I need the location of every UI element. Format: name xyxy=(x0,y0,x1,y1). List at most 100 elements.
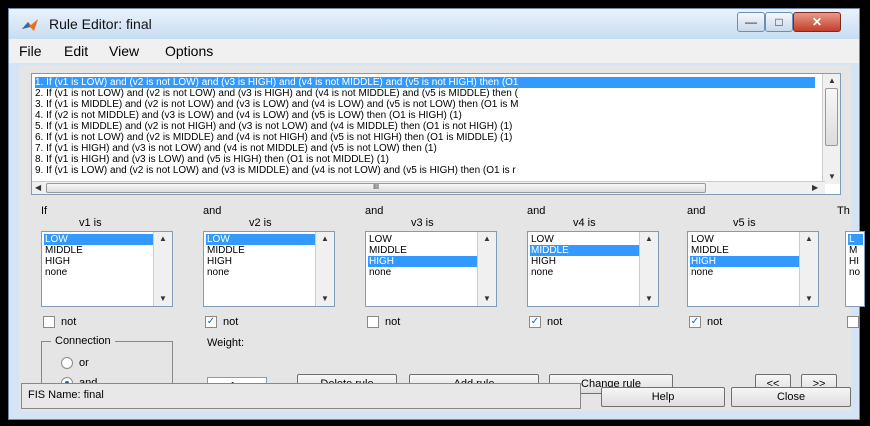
maximize-button[interactable]: □ xyxy=(765,12,793,32)
scroll-down-icon[interactable]: ▼ xyxy=(483,294,491,303)
menu-file[interactable]: File xyxy=(19,43,42,59)
rule-item-9[interactable]: 9. If (v1 is LOW) and (v2 is not LOW) an… xyxy=(35,165,516,176)
close-button[interactable]: Close xyxy=(731,387,851,407)
list-option[interactable]: MIDDLE xyxy=(690,245,799,256)
list-option[interactable]: M xyxy=(848,245,863,256)
scroll-up-icon[interactable]: ▲ xyxy=(805,234,813,243)
list-option[interactable]: LOW xyxy=(690,234,799,245)
v4-not-checkbox[interactable]: ✓ xyxy=(529,316,541,328)
rule-item-7[interactable]: 7. If (v1 is HIGH) and (v3 is not LOW) a… xyxy=(35,143,437,154)
scroll-down-icon[interactable]: ▼ xyxy=(159,294,167,303)
menu-options[interactable]: Options xyxy=(165,43,213,59)
v3-listbox[interactable]: LOW MIDDLE HIGH none ▲ ▼ xyxy=(365,231,497,307)
scroll-down-icon[interactable]: ▼ xyxy=(321,294,329,303)
variable-label: v4 is xyxy=(573,217,596,229)
list-option[interactable]: none xyxy=(368,267,477,278)
v3-not-checkbox[interactable] xyxy=(367,316,379,328)
or-radio[interactable] xyxy=(61,357,73,369)
close-window-button[interactable]: ✕ xyxy=(793,12,841,32)
v2-listbox[interactable]: LOW MIDDLE HIGH none ▲ ▼ xyxy=(203,231,335,307)
rule-item-1[interactable]: 1. If (v1 is LOW) and (v2 is not LOW) an… xyxy=(35,77,815,88)
list-option[interactable]: HIGH xyxy=(206,256,315,267)
variable-label: v2 is xyxy=(249,217,272,229)
or-label: or xyxy=(79,357,89,369)
scroll-down-icon[interactable]: ▼ xyxy=(828,172,836,181)
close-icon: ✕ xyxy=(811,15,823,29)
listbox-scrollbar[interactable]: ▲ ▼ xyxy=(315,232,334,306)
output-not-checkbox[interactable] xyxy=(847,316,859,328)
scroll-left-icon[interactable]: ◀ xyxy=(35,183,41,192)
rule-editor-window: Rule Editor: final — □ ✕ File Edit View … xyxy=(8,8,865,420)
menu-view[interactable]: View xyxy=(109,43,139,59)
maximize-icon: □ xyxy=(775,15,783,29)
listbox-scrollbar[interactable]: ▲ ▼ xyxy=(153,232,172,306)
listbox-scrollbar[interactable]: ▲ ▼ xyxy=(639,232,658,306)
rule-item-4[interactable]: 4. If (v2 is not MIDDLE) and (v3 is LOW)… xyxy=(35,110,462,121)
list-option[interactable]: MIDDLE xyxy=(44,245,153,256)
scroll-down-icon[interactable]: ▼ xyxy=(645,294,653,303)
variable-label: v1 is xyxy=(79,217,102,229)
v1-listbox[interactable]: LOW MIDDLE HIGH none ▲ ▼ xyxy=(41,231,173,307)
list-option[interactable]: LOW xyxy=(44,234,153,245)
v5-not-checkbox[interactable]: ✓ xyxy=(689,316,701,328)
scroll-up-icon[interactable]: ▲ xyxy=(645,234,653,243)
rule-item-6[interactable]: 6. If (v1 is not LOW) and (v2 is MIDDLE)… xyxy=(35,132,512,143)
rule-item-3[interactable]: 3. If (v1 is MIDDLE) and (v2 is not LOW)… xyxy=(35,99,518,110)
list-option[interactable]: L xyxy=(848,234,863,245)
matlab-logo-icon xyxy=(22,19,38,31)
scroll-up-icon[interactable]: ▲ xyxy=(828,76,836,85)
rule-list-vertical-scrollbar[interactable]: ▲ ▼ xyxy=(822,74,840,184)
scroll-right-icon[interactable]: ▶ xyxy=(812,183,818,192)
list-option[interactable]: HI xyxy=(848,256,863,267)
help-button[interactable]: Help xyxy=(601,387,725,407)
list-option[interactable]: LOW xyxy=(530,234,639,245)
not-label: not xyxy=(707,316,723,328)
v2-not-checkbox[interactable]: ✓ xyxy=(205,316,217,328)
list-option[interactable]: LOW xyxy=(206,234,315,245)
menu-edit[interactable]: Edit xyxy=(64,43,88,59)
scroll-down-icon[interactable]: ▼ xyxy=(805,294,813,303)
scroll-up-icon[interactable]: ▲ xyxy=(321,234,329,243)
output-listbox[interactable]: L M HI no xyxy=(845,231,865,307)
list-option[interactable]: no xyxy=(848,267,863,278)
list-option[interactable]: none xyxy=(530,267,639,278)
conjunction-label: and xyxy=(687,205,706,217)
listbox-scrollbar[interactable]: ▲ ▼ xyxy=(477,232,496,306)
rule-item-5[interactable]: 5. If (v1 is MIDDLE) and (v2 is not HIGH… xyxy=(35,121,512,132)
list-option[interactable]: none xyxy=(44,267,153,278)
rule-item-2[interactable]: 2. If (v1 is not LOW) and (v2 is not LOW… xyxy=(35,88,518,99)
conjunction-label: If xyxy=(41,205,48,217)
horizontal-scroll-thumb[interactable]: III xyxy=(46,183,706,193)
list-option[interactable]: LOW xyxy=(368,234,477,245)
list-option[interactable]: none xyxy=(690,267,799,278)
minimize-button[interactable]: — xyxy=(737,12,765,32)
v4-listbox[interactable]: LOW MIDDLE HIGH none ▲ ▼ xyxy=(527,231,659,307)
v1-not-checkbox[interactable] xyxy=(43,316,55,328)
list-option[interactable]: MIDDLE xyxy=(530,245,639,256)
list-option[interactable]: HIGH xyxy=(44,256,153,267)
fis-name-text: FIS Name: final xyxy=(28,389,104,401)
list-option[interactable]: HIGH xyxy=(530,256,639,267)
scroll-up-icon[interactable]: ▲ xyxy=(483,234,491,243)
rule-list[interactable]: 1. If (v1 is LOW) and (v2 is not LOW) an… xyxy=(31,73,841,195)
conjunction-label: and xyxy=(365,205,384,217)
list-option[interactable]: none xyxy=(206,267,315,278)
list-option[interactable]: HIGH xyxy=(690,256,799,267)
minimize-icon: — xyxy=(745,15,757,29)
v5-listbox[interactable]: LOW MIDDLE HIGH none ▲ ▼ xyxy=(687,231,819,307)
listbox-scrollbar[interactable]: ▲ ▼ xyxy=(799,232,818,306)
checkmark-icon: ✓ xyxy=(690,316,700,327)
list-option[interactable]: MIDDLE xyxy=(206,245,315,256)
weight-label: Weight: xyxy=(207,337,245,349)
vertical-scroll-thumb[interactable] xyxy=(825,88,838,146)
list-option[interactable]: HIGH xyxy=(368,256,477,267)
rule-list-horizontal-scrollbar[interactable]: ◀ III ▶ xyxy=(32,181,825,194)
list-option[interactable]: MIDDLE xyxy=(368,245,477,256)
menu-bar: File Edit View Options xyxy=(9,39,859,63)
rule-item-8[interactable]: 8. If (v1 is HIGH) and (v3 is LOW) and (… xyxy=(35,154,389,165)
not-label: not xyxy=(61,316,77,328)
checkmark-icon: ✓ xyxy=(206,316,216,327)
variable-label: v5 is xyxy=(733,217,756,229)
window-title: Rule Editor: final xyxy=(49,16,152,32)
scroll-up-icon[interactable]: ▲ xyxy=(159,234,167,243)
